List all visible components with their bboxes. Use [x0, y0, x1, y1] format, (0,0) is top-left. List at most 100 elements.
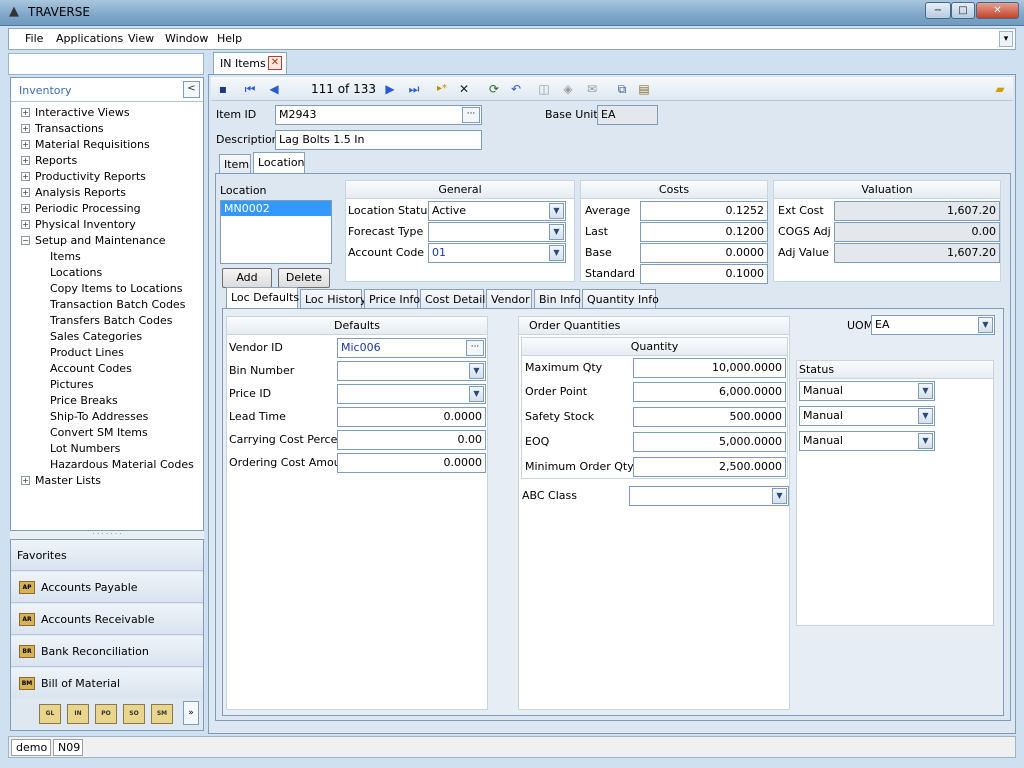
abc-class-select[interactable]: ▼ — [629, 486, 789, 506]
carrying-cost-field[interactable]: 0.00 — [337, 430, 486, 450]
chevron-down-icon[interactable]: ▾ — [999, 31, 1013, 47]
tree-item-price-breaks[interactable]: Price Breaks — [11, 393, 201, 409]
tree-item-copy-items-to-locations[interactable]: Copy Items to Locations — [11, 281, 201, 297]
tree-item-account-codes[interactable]: Account Codes — [11, 361, 201, 377]
chevron-down-icon[interactable]: ▼ — [549, 203, 564, 219]
minimize-button[interactable]: − — [925, 2, 951, 19]
menu-applications[interactable]: Applications — [56, 32, 123, 45]
price-id-select[interactable]: ▼ — [337, 384, 486, 404]
tab-item[interactable]: Item — [219, 154, 251, 174]
chevron-left-icon[interactable]: < — [183, 81, 200, 98]
delete-record-icon[interactable]: ✕ — [455, 80, 473, 98]
add-location-button[interactable]: Add — [222, 268, 272, 288]
uom-select[interactable]: EA ▼ — [871, 315, 995, 335]
status-select-1[interactable]: Manual ▼ — [799, 381, 935, 401]
tree-item-interactive-views[interactable]: + Interactive Views — [11, 105, 201, 121]
refresh-icon[interactable]: ⟳ — [485, 80, 503, 98]
expand-icon[interactable]: + — [21, 156, 30, 165]
description-field[interactable]: Lag Bolts 1.5 In — [275, 130, 482, 150]
tree-item-hazardous-material-codes[interactable]: Hazardous Material Codes — [11, 457, 201, 473]
previous-record-icon[interactable]: ◀ — [265, 80, 283, 98]
undo-icon[interactable]: ↶ — [507, 80, 525, 98]
tree-item-lot-numbers[interactable]: Lot Numbers — [11, 441, 201, 457]
tree-item-locations[interactable]: Locations — [11, 265, 201, 281]
favorites-header[interactable]: Favorites — [11, 540, 203, 571]
tree-item-ship-to-addresses[interactable]: Ship-To Addresses — [11, 409, 201, 425]
menu-view[interactable]: View — [128, 32, 154, 45]
module-in-button[interactable]: IN — [67, 704, 89, 724]
chevron-down-icon[interactable]: ▼ — [549, 224, 564, 240]
subtab-bin-info[interactable]: Bin Info — [534, 289, 581, 309]
module-gl-button[interactable]: GL — [39, 704, 61, 724]
expand-icon[interactable]: + — [21, 124, 30, 133]
chevron-down-icon[interactable]: ▼ — [918, 433, 933, 449]
forecast-type-select[interactable]: ▼ — [428, 222, 566, 242]
chevron-down-icon[interactable]: ▼ — [469, 386, 484, 402]
panel-splitter[interactable]: · · · · · · · — [10, 531, 204, 539]
tree-item-master-lists[interactable]: + Master Lists — [11, 473, 201, 489]
chevron-down-icon[interactable]: ▼ — [549, 245, 564, 261]
tree-item-productivity-reports[interactable]: + Productivity Reports — [11, 169, 201, 185]
module-po-button[interactable]: PO — [95, 704, 117, 724]
last-record-icon[interactable]: ⏭ — [405, 80, 423, 98]
status-select-2[interactable]: Manual ▼ — [799, 406, 935, 426]
tree-item-pictures[interactable]: Pictures — [11, 377, 201, 393]
cost-last-field[interactable]: 0.1200 — [640, 222, 768, 242]
tree-item-items[interactable]: Items — [11, 249, 201, 265]
minimum-order-qty-field[interactable]: 2,500.0000 — [633, 457, 786, 477]
expand-icon[interactable]: + — [21, 172, 30, 181]
close-window-button[interactable]: ✕ — [976, 2, 1019, 19]
ellipsis-icon[interactable]: ··· — [466, 340, 484, 356]
subtab-loc-defaults[interactable]: Loc Defaults — [226, 287, 299, 309]
module-so-button[interactable]: SO — [123, 704, 145, 724]
expand-icon[interactable]: + — [21, 220, 30, 229]
item-id-field[interactable]: M2943 ··· — [275, 105, 482, 125]
cost-standard-field[interactable]: 0.1000 — [640, 264, 768, 284]
menu-window[interactable]: Window — [165, 32, 208, 45]
safety-stock-field[interactable]: 500.0000 — [633, 407, 786, 427]
cost-base-field[interactable]: 0.0000 — [640, 243, 768, 263]
cost-average-field[interactable]: 0.1252 — [640, 201, 768, 221]
expand-icon[interactable]: + — [21, 140, 30, 149]
tab-location[interactable]: Location — [253, 152, 305, 174]
subtab-cost-detail[interactable]: Cost Detail — [420, 289, 485, 309]
expand-icon[interactable]: + — [21, 204, 30, 213]
location-list[interactable]: MN0002 — [220, 200, 332, 264]
status-select-3[interactable]: Manual ▼ — [799, 431, 935, 451]
vendor-id-field[interactable]: Mic006 ··· — [337, 338, 486, 358]
close-tab-icon[interactable]: ✕ — [268, 56, 282, 70]
menu-file[interactable]: File — [25, 32, 43, 45]
collapse-icon[interactable]: − — [21, 236, 30, 245]
chevron-down-icon[interactable]: ▼ — [469, 363, 484, 379]
tree-item-product-lines[interactable]: Product Lines — [11, 345, 201, 361]
expand-icon[interactable]: + — [21, 476, 30, 485]
subtab-quantity-info[interactable]: Quantity Info — [582, 289, 659, 309]
module-bill-of-material[interactable]: BM Bill of Material — [11, 668, 203, 699]
expand-icon[interactable]: + — [21, 108, 30, 117]
menu-help[interactable]: Help — [217, 32, 242, 45]
save-icon[interactable]: ▪ — [214, 80, 232, 98]
eoq-field[interactable]: 5,000.0000 — [633, 432, 786, 452]
ordering-cost-field[interactable]: 0.0000 — [337, 453, 486, 473]
account-code-select[interactable]: 01 ▼ — [428, 243, 566, 263]
subtab-price-info[interactable]: Price Info — [364, 289, 420, 309]
delete-location-button[interactable]: Delete — [278, 268, 330, 288]
tree-item-periodic-processing[interactable]: + Periodic Processing — [11, 201, 201, 217]
chevron-down-icon[interactable]: ▼ — [918, 408, 933, 424]
chevron-down-icon[interactable]: ▼ — [772, 488, 787, 504]
maximize-button[interactable]: □ — [951, 2, 975, 19]
copy-icon[interactable]: ⧉ — [613, 80, 631, 98]
location-status-select[interactable]: Active ▼ — [428, 201, 566, 221]
tree-item-transactions[interactable]: + Transactions — [11, 121, 201, 137]
order-point-field[interactable]: 6,000.0000 — [633, 382, 786, 402]
next-record-icon[interactable]: ▶ — [381, 80, 399, 98]
subtab-loc-history[interactable]: Loc History — [300, 289, 366, 309]
chevron-down-icon[interactable]: ▼ — [978, 317, 993, 333]
more-modules-icon[interactable]: » — [183, 701, 199, 725]
ellipsis-icon[interactable]: ··· — [462, 107, 480, 123]
tree-item-physical-inventory[interactable]: + Physical Inventory — [11, 217, 201, 233]
expand-icon[interactable]: + — [21, 188, 30, 197]
module-accounts-receivable[interactable]: AR Accounts Receivable — [11, 604, 203, 635]
first-record-icon[interactable]: ⏮ — [241, 80, 259, 98]
tree-item-reports[interactable]: + Reports — [11, 153, 201, 169]
